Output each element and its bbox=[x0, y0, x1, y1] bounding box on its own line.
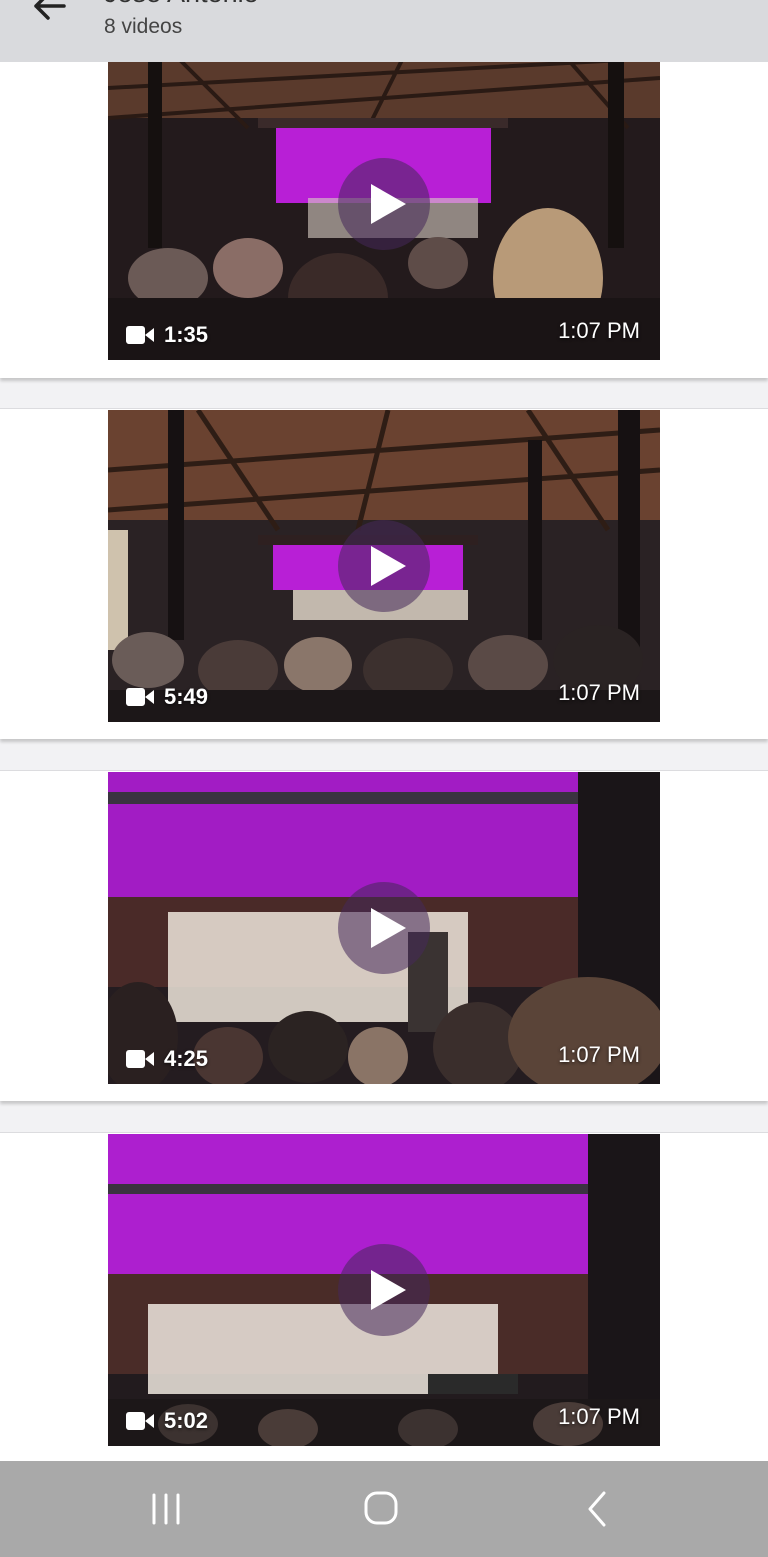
arrow-left-icon bbox=[34, 0, 66, 20]
back-button[interactable] bbox=[28, 0, 72, 28]
home-button[interactable] bbox=[357, 1489, 405, 1529]
video-camera-icon bbox=[126, 1050, 154, 1068]
duration-badge: 5:02 bbox=[126, 1406, 208, 1436]
video-camera-icon bbox=[126, 1412, 154, 1430]
video-thumbnail[interactable]: 5:02 1:07 PM bbox=[108, 1134, 660, 1446]
duration-badge: 4:25 bbox=[126, 1044, 208, 1074]
video-duration: 1:35 bbox=[164, 322, 209, 347]
play-icon bbox=[371, 908, 406, 948]
duration-badge: 5:49 bbox=[126, 682, 208, 712]
duration-badge: 1:35 bbox=[126, 320, 208, 350]
play-button[interactable] bbox=[338, 882, 430, 974]
video-thumbnail[interactable]: 5:49 1:07 PM bbox=[108, 410, 660, 722]
video-timestamp: 1:07 PM bbox=[558, 318, 640, 343]
video-duration: 5:02 bbox=[164, 1408, 209, 1433]
system-navigation-bar bbox=[0, 1461, 768, 1557]
app-header: José Antonio 8 videos bbox=[0, 0, 768, 62]
play-button[interactable] bbox=[338, 1244, 430, 1336]
page-title: José Antonio bbox=[104, 0, 259, 9]
video-camera-icon bbox=[126, 688, 154, 706]
video-duration: 5:49 bbox=[164, 684, 209, 709]
play-icon bbox=[371, 184, 406, 224]
video-card[interactable]: 4:25 1:07 PM bbox=[0, 770, 768, 1101]
back-chevron-icon bbox=[588, 1491, 606, 1527]
recents-icon bbox=[152, 1493, 180, 1525]
video-timestamp: 1:07 PM bbox=[558, 680, 640, 705]
video-card[interactable]: 5:49 1:07 PM bbox=[0, 408, 768, 739]
nav-back-button[interactable] bbox=[574, 1489, 622, 1529]
recents-button[interactable] bbox=[142, 1489, 190, 1529]
video-camera-icon bbox=[126, 326, 154, 344]
video-timestamp: 1:07 PM bbox=[558, 1404, 640, 1429]
play-icon bbox=[371, 546, 406, 586]
video-card[interactable]: 1:35 1:07 PM bbox=[0, 47, 768, 378]
play-button[interactable] bbox=[338, 158, 430, 250]
video-thumbnail[interactable]: 4:25 1:07 PM bbox=[108, 772, 660, 1084]
video-duration: 4:25 bbox=[164, 1046, 209, 1071]
video-timestamp: 1:07 PM bbox=[558, 1042, 640, 1067]
video-card[interactable]: 5:02 1:07 PM bbox=[0, 1132, 768, 1463]
play-button[interactable] bbox=[338, 520, 430, 612]
play-icon bbox=[371, 1270, 406, 1310]
video-thumbnail[interactable]: 1:35 1:07 PM bbox=[108, 48, 660, 360]
home-icon bbox=[364, 1491, 398, 1525]
video-count: 8 videos bbox=[104, 15, 183, 38]
